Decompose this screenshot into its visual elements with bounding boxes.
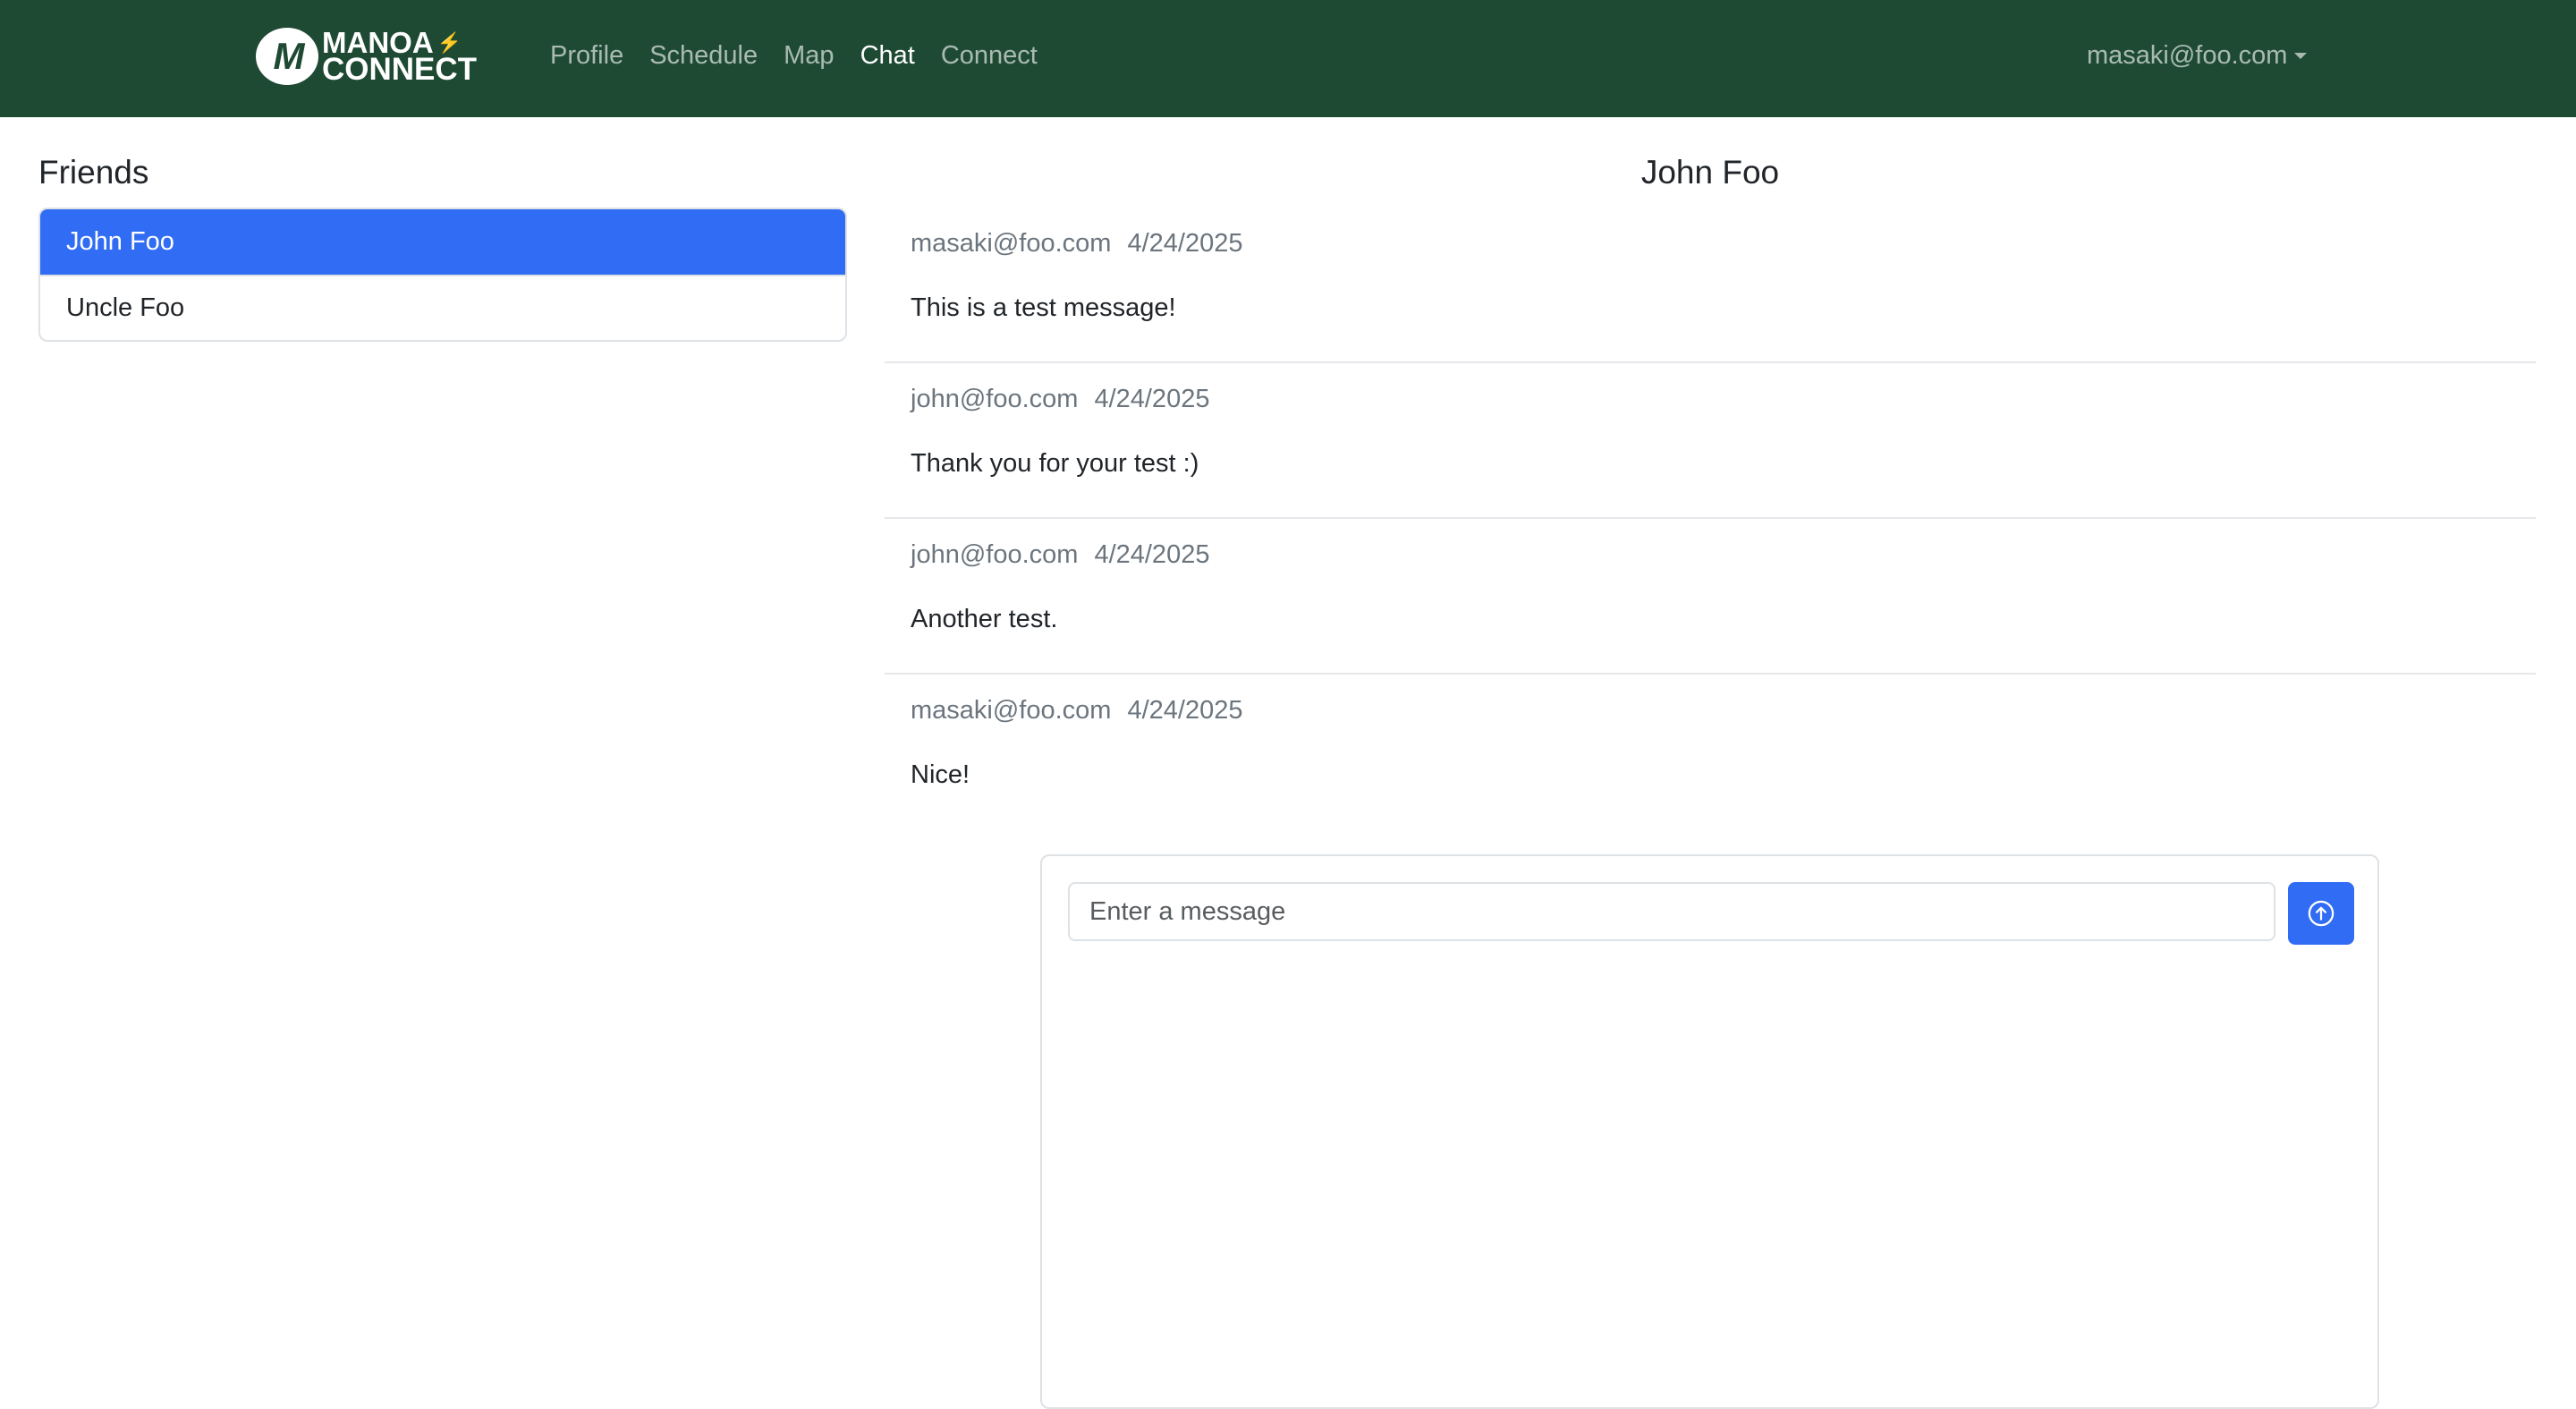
message-text: This is a test message! (911, 293, 1176, 322)
message-sender: john@foo.com (911, 540, 1079, 569)
message-meta: john@foo.com 4/24/2025 (911, 381, 2536, 417)
friend-item-john-foo[interactable]: John Foo (40, 209, 845, 275)
message-meta: masaki@foo.com 4/24/2025 (911, 692, 2536, 728)
message-text: Thank you for your test :) (911, 449, 1199, 478)
message-sender: john@foo.com (911, 385, 1079, 413)
brand-mark-letter: M (273, 35, 305, 77)
message-date: 4/24/2025 (1127, 229, 1243, 258)
nav-links: Profile Schedule Map Chat Connect (550, 36, 1063, 75)
message-list: masaki@foo.com 4/24/2025 This is a test m… (885, 208, 2536, 830)
message-date: 4/24/2025 (1094, 540, 1210, 569)
nav-link-profile[interactable]: Profile (550, 36, 623, 75)
arrow-up-circle-icon (2308, 900, 2334, 927)
brand-logo[interactable]: M MANOA ⚡ CONNECT (256, 25, 477, 88)
friend-item-uncle-foo[interactable]: Uncle Foo (40, 275, 845, 340)
message-meta: masaki@foo.com 4/24/2025 (911, 225, 2536, 261)
nav-link-chat[interactable]: Chat (860, 36, 915, 75)
brand-text-bottom: CONNECT (322, 52, 478, 87)
user-email: masaki@foo.com (2087, 41, 2288, 70)
message-text: Another test. (911, 605, 1058, 633)
caret-down-icon (2294, 52, 2308, 59)
message-text: Nice! (911, 760, 970, 789)
message-item: masaki@foo.com 4/24/2025 This is a test m… (885, 208, 2536, 363)
message-item: john@foo.com 4/24/2025 Another test. (885, 519, 2536, 675)
message-sender: masaki@foo.com (911, 696, 1112, 725)
message-date: 4/24/2025 (1127, 696, 1243, 725)
user-dropdown[interactable]: masaki@foo.com (2087, 36, 2308, 75)
message-date: 4/24/2025 (1094, 385, 1210, 413)
send-button[interactable] (2288, 882, 2354, 945)
message-item: john@foo.com 4/24/2025 Thank you for your… (885, 363, 2536, 519)
nav-link-connect[interactable]: Connect (941, 36, 1038, 75)
message-input[interactable] (1068, 882, 2275, 941)
brand-text: MANOA ⚡ CONNECT (322, 28, 478, 87)
brand-mark-icon: M (256, 28, 318, 85)
message-item: masaki@foo.com 4/24/2025 Nice! (885, 675, 2536, 830)
nav-link-map[interactable]: Map (784, 36, 834, 75)
message-meta: john@foo.com 4/24/2025 (911, 537, 2536, 573)
friends-heading: Friends (38, 154, 149, 191)
message-sender: masaki@foo.com (911, 229, 1112, 258)
top-navbar: M MANOA ⚡ CONNECT Profile Schedule Map C… (0, 0, 2576, 117)
chat-title: John Foo (1640, 154, 1780, 191)
compose-panel (1040, 854, 2379, 1409)
nav-link-schedule[interactable]: Schedule (649, 36, 758, 75)
friends-list: John Foo Uncle Foo (38, 208, 847, 342)
